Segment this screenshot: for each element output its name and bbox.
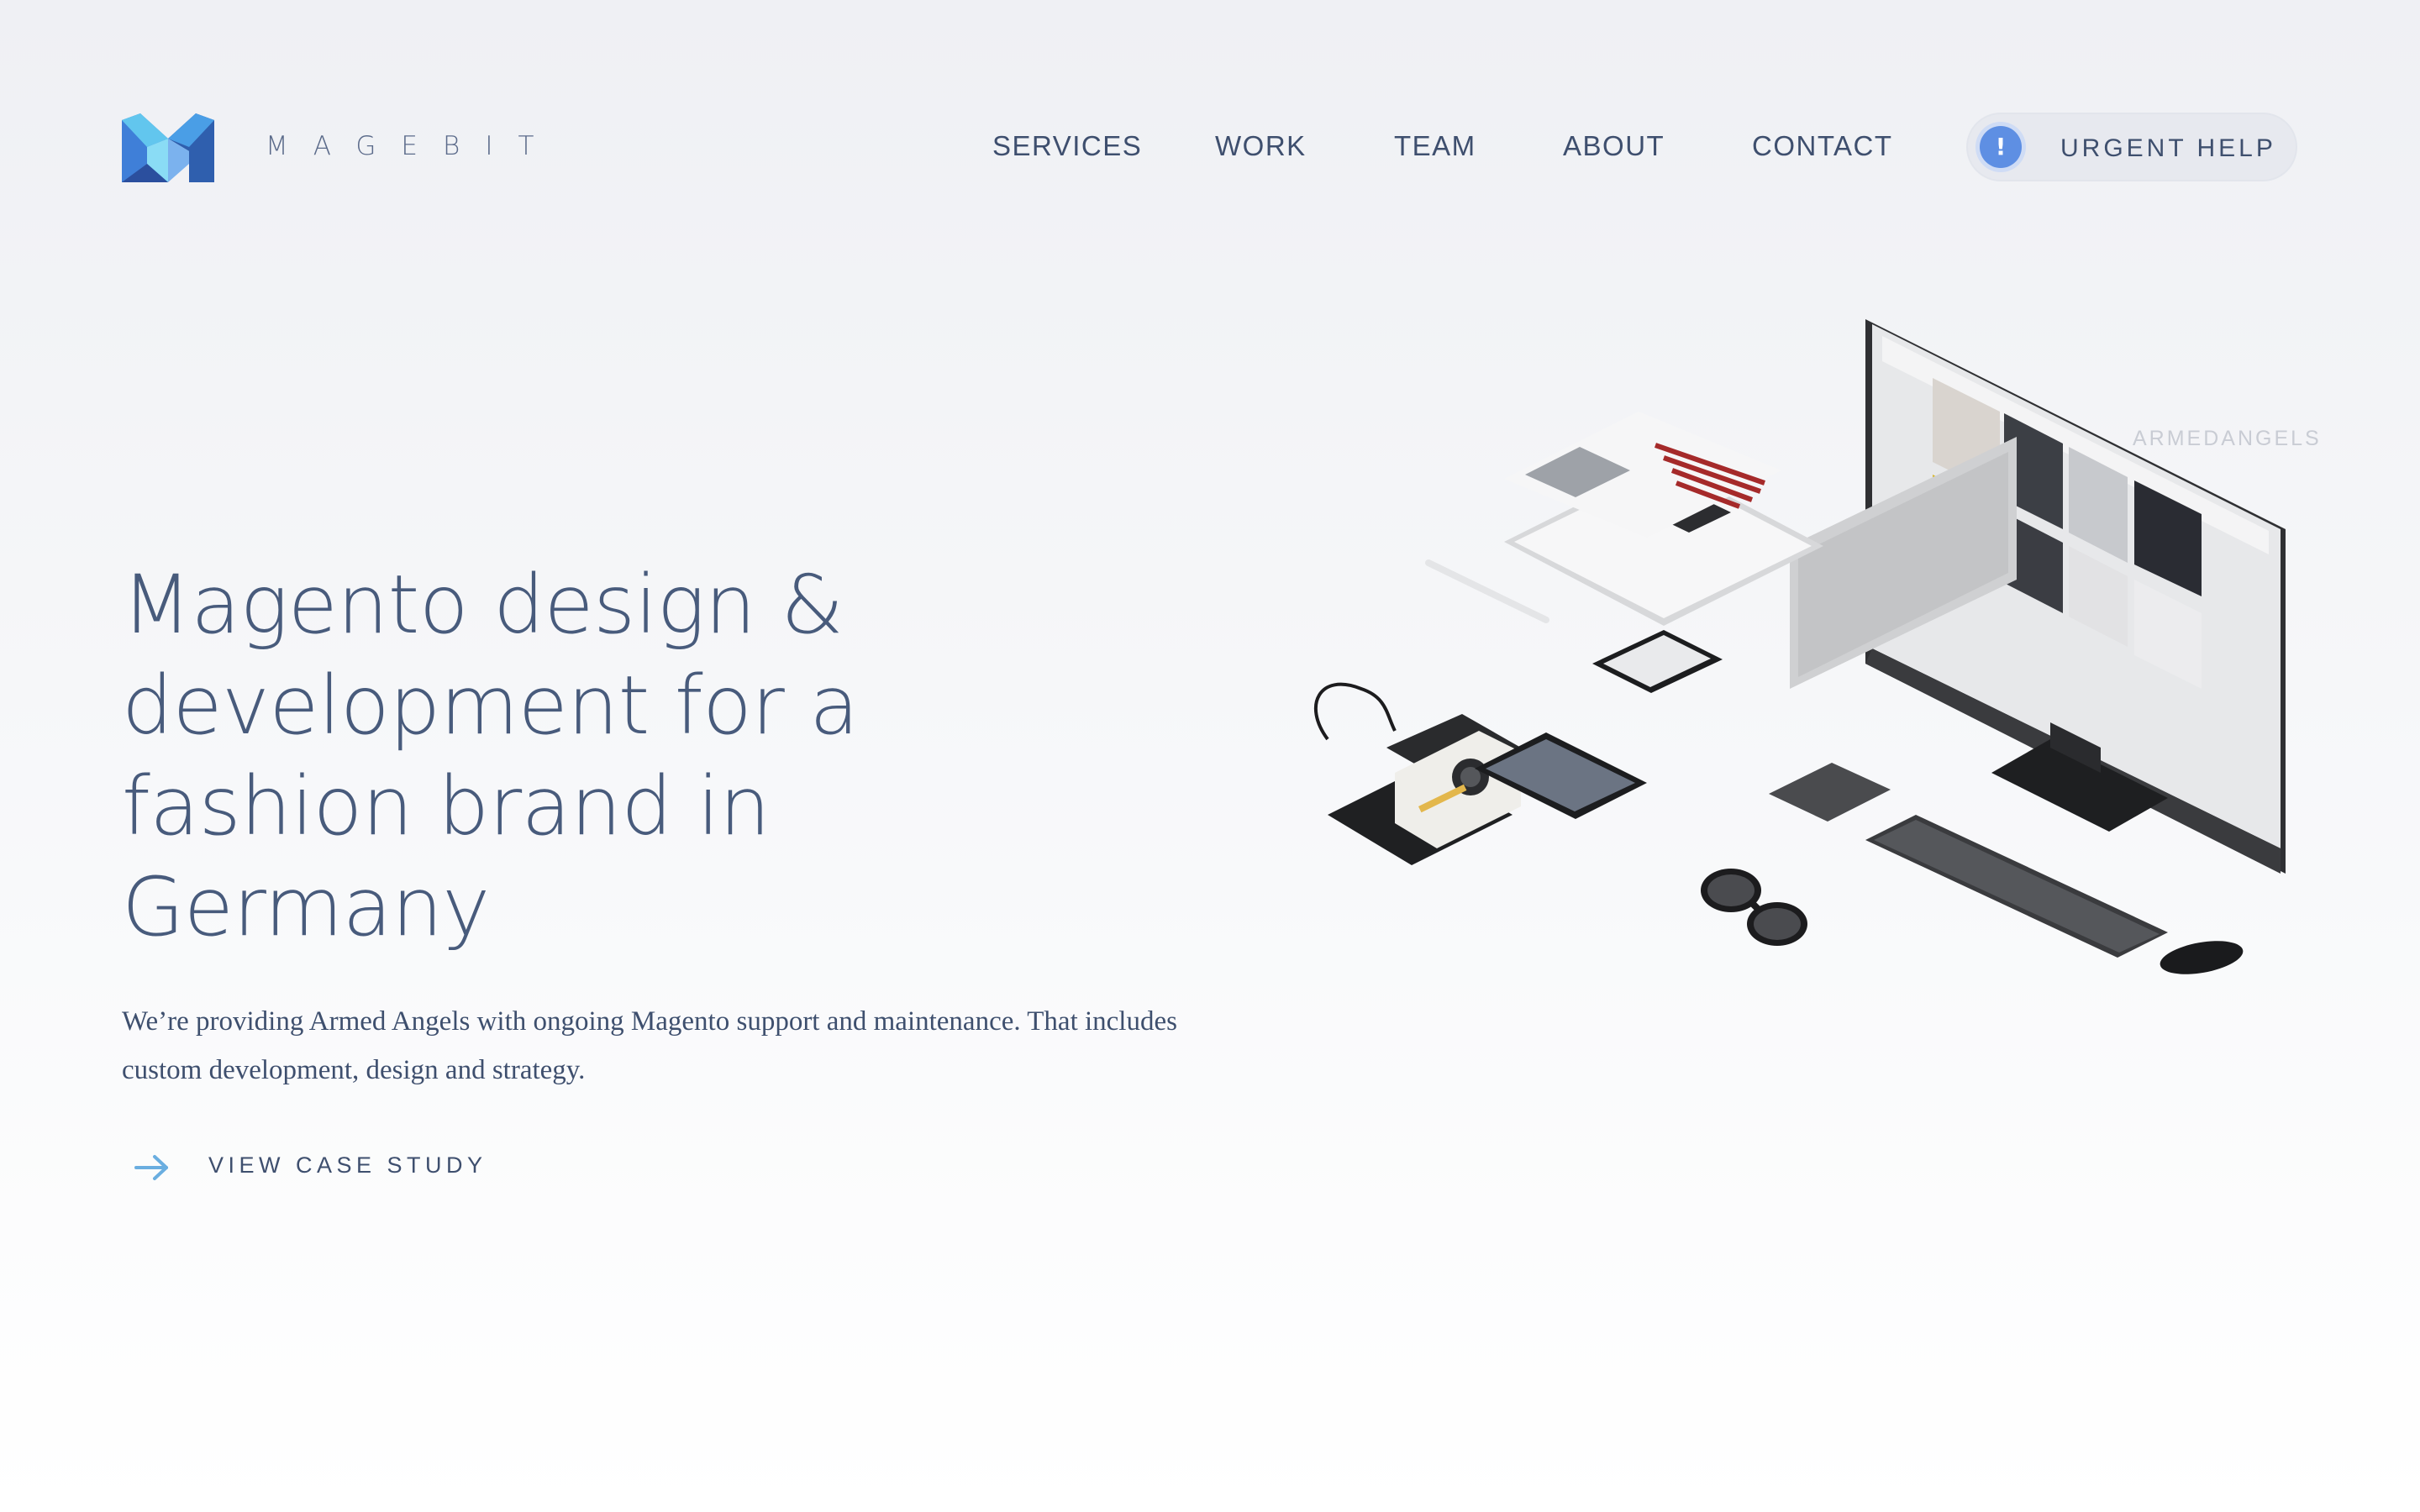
view-case-study-label: VIEW CASE STUDY bbox=[208, 1152, 487, 1178]
urgent-help-button[interactable]: ! URGENT HELP bbox=[1966, 113, 2297, 181]
nav-item-about[interactable]: ABOUT bbox=[1563, 130, 1665, 162]
urgent-help-label: URGENT HELP bbox=[2060, 134, 2276, 162]
mouse-illustration bbox=[2160, 941, 2244, 974]
view-case-study-link[interactable]: VIEW CASE STUDY bbox=[134, 1149, 487, 1186]
nav-item-contact[interactable]: CONTACT bbox=[1752, 130, 1893, 162]
sunglasses-illustration bbox=[1701, 869, 1807, 946]
armedangels-watermark: ARMEDANGELS bbox=[2133, 427, 2322, 450]
nav-item-services[interactable]: SERVICES bbox=[992, 130, 1142, 162]
nav-item-work[interactable]: WORK bbox=[1215, 130, 1307, 162]
keyboard-illustration bbox=[1865, 815, 2168, 958]
stylus-illustration bbox=[1425, 559, 1549, 623]
arrow-right-icon bbox=[134, 1155, 168, 1180]
hero-title: Magento design & development for a fashi… bbox=[122, 558, 859, 954]
device-mockup-illustration bbox=[1313, 319, 2286, 974]
exclamation-icon: ! bbox=[1980, 126, 2022, 168]
hero-description: We’re providing Armed Angels with ongoin… bbox=[122, 1006, 1177, 1085]
site-header: MAGEBIT SERVICES WORK TEAM ABOUT CONTACT… bbox=[0, 0, 2420, 302]
trackpad-illustration bbox=[1769, 763, 1891, 822]
nav-item-team[interactable]: TEAM bbox=[1394, 130, 1476, 162]
